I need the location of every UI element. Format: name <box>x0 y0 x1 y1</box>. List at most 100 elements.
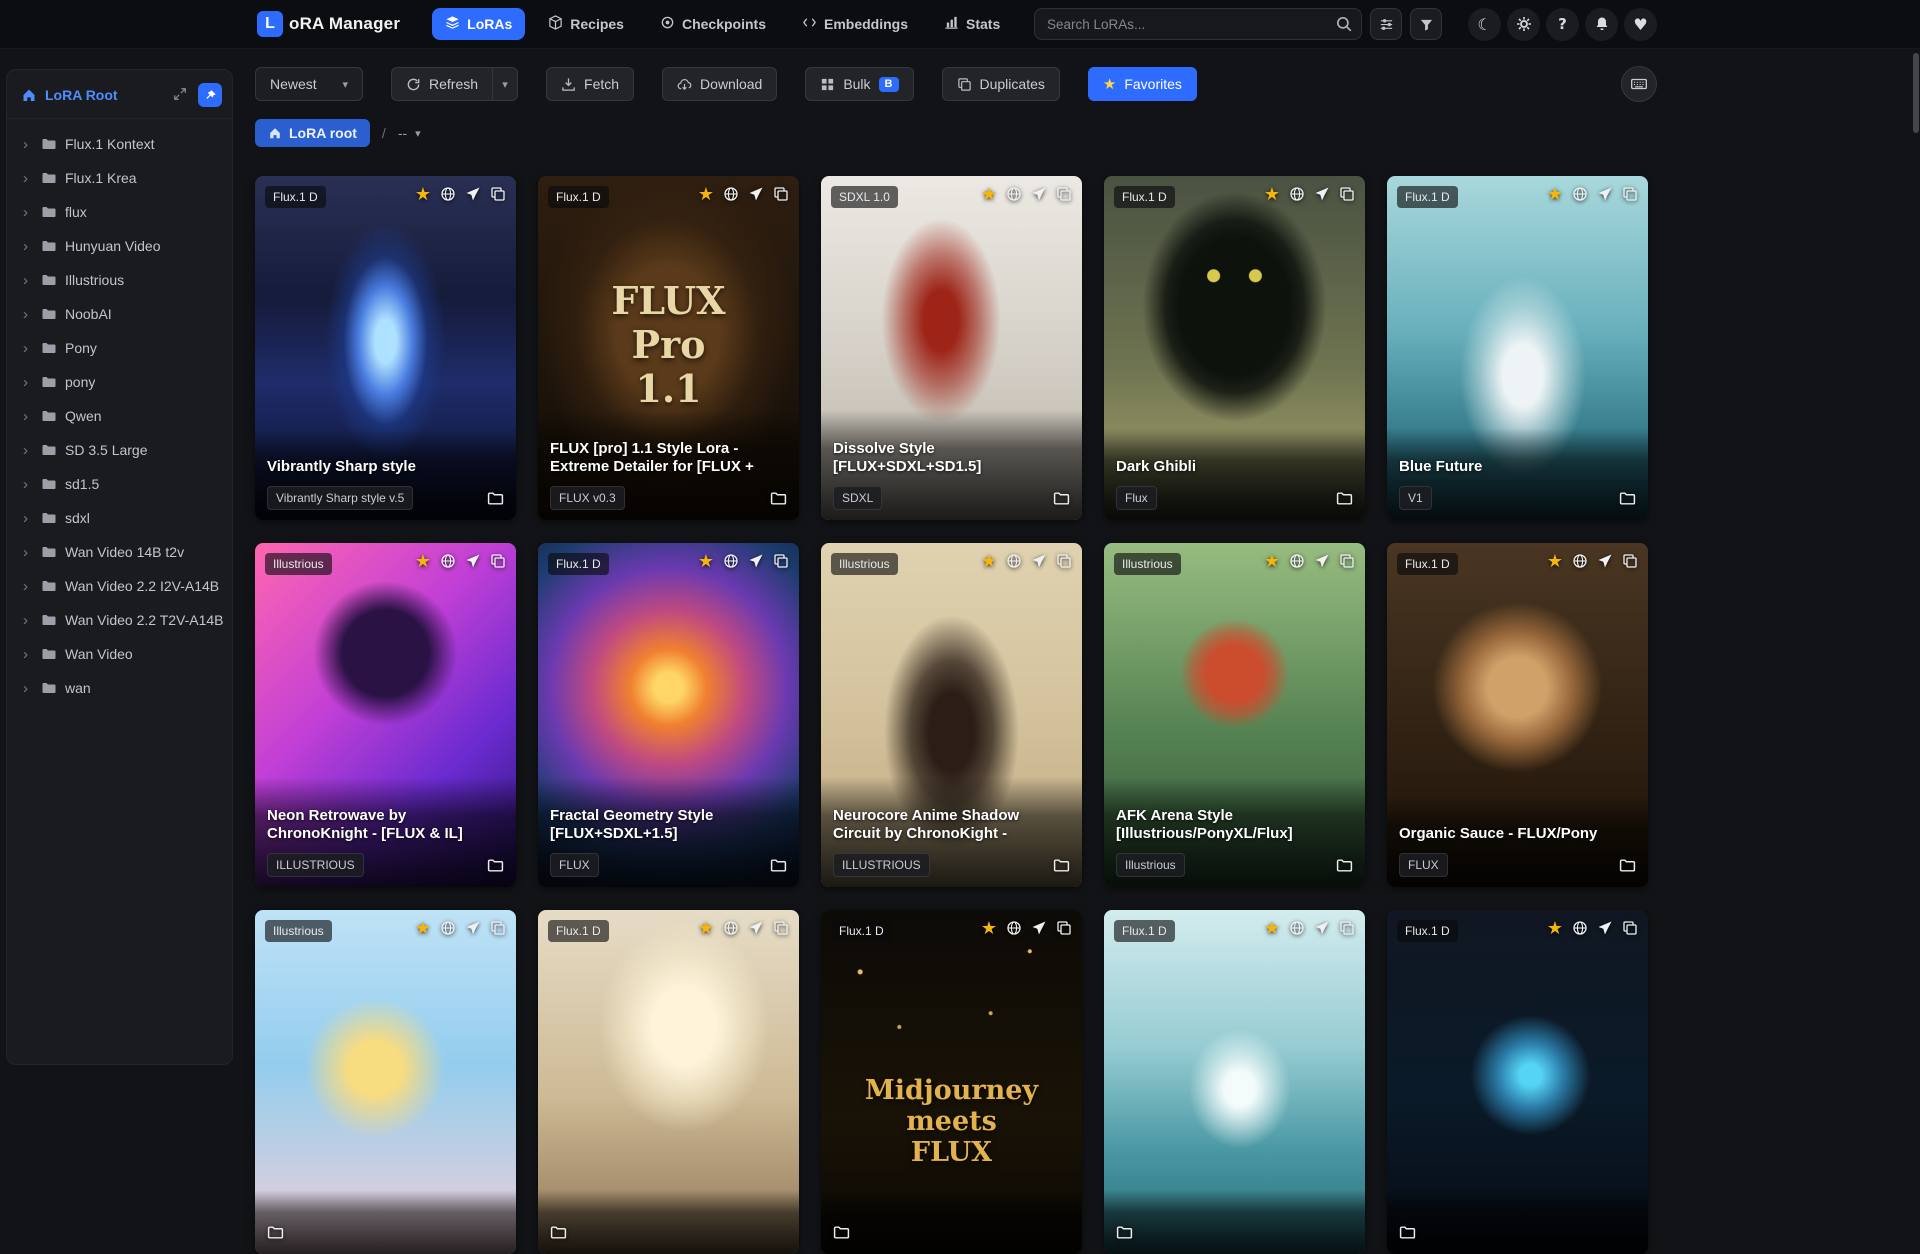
favorite-star-icon[interactable]: ★ <box>1547 185 1563 203</box>
move-to-folder-icon[interactable] <box>1619 490 1636 507</box>
sidebar-folder-item[interactable]: › sd1.5 <box>13 467 226 501</box>
nav-tab-stats[interactable]: Stats <box>931 8 1013 40</box>
search-icon[interactable] <box>1335 15 1353 33</box>
lora-card[interactable]: Flux.1 D ★ <box>1387 910 1648 1254</box>
send-icon[interactable] <box>748 186 764 202</box>
sidebar-folder-item[interactable]: › NoobAI <box>13 297 226 331</box>
sort-select[interactable]: Newest ▾ <box>255 67 363 101</box>
lora-card[interactable]: Flux.1 D ★ <box>1104 910 1365 1254</box>
favorite-star-icon[interactable]: ★ <box>1264 919 1280 937</box>
globe-icon[interactable] <box>1289 553 1305 569</box>
globe-icon[interactable] <box>1572 553 1588 569</box>
favorites-filter-button[interactable]: ★ Favorites <box>1087 67 1197 101</box>
version-badge[interactable]: ILLUSTRIOUS <box>267 853 364 877</box>
favorite-star-icon[interactable]: ★ <box>1264 552 1280 570</box>
move-to-folder-icon[interactable] <box>1336 857 1353 874</box>
sidebar-folder-item[interactable]: › Wan Video 2.2 T2V-A14B <box>13 603 226 637</box>
copy-icon[interactable] <box>773 920 789 936</box>
settings-button[interactable] <box>1507 7 1540 41</box>
move-to-folder-icon[interactable] <box>267 1224 284 1241</box>
chevron-right-icon[interactable]: › <box>23 375 33 390</box>
send-icon[interactable] <box>1314 920 1330 936</box>
chevron-right-icon[interactable]: › <box>23 307 33 322</box>
sidebar-folder-item[interactable]: › sdxl <box>13 501 226 535</box>
chevron-right-icon[interactable]: › <box>23 613 33 628</box>
refresh-menu-button[interactable]: ▾ <box>492 67 519 101</box>
favorite-star-icon[interactable]: ★ <box>981 185 997 203</box>
copy-icon[interactable] <box>490 553 506 569</box>
page-scrollbar[interactable] <box>1912 49 1920 1080</box>
move-to-folder-icon[interactable] <box>1053 490 1070 507</box>
lora-card[interactable]: SDXL 1.0 ★ Dissolve Style [FLUX+SDXL+SD1… <box>821 176 1082 520</box>
breadcrumb-current[interactable]: -- ▾ <box>398 125 421 141</box>
copy-icon[interactable] <box>1339 553 1355 569</box>
sidebar-folder-item[interactable]: › Wan Video 2.2 I2V-A14B <box>13 569 226 603</box>
favorite-star-icon[interactable]: ★ <box>981 919 997 937</box>
copy-icon[interactable] <box>1056 920 1072 936</box>
notifications-button[interactable] <box>1585 7 1618 41</box>
favorite-star-icon[interactable]: ★ <box>981 552 997 570</box>
send-icon[interactable] <box>1314 553 1330 569</box>
chevron-right-icon[interactable]: › <box>23 239 33 254</box>
sidebar-folder-item[interactable]: › pony <box>13 365 226 399</box>
globe-icon[interactable] <box>440 920 456 936</box>
lora-card[interactable]: Flux.1 D ★ Fractal Geometry Style [FLUX+… <box>538 543 799 887</box>
nav-tab-checkpoints[interactable]: Checkpoints <box>647 8 779 40</box>
globe-icon[interactable] <box>1289 920 1305 936</box>
sidebar-folder-item[interactable]: › Hunyuan Video <box>13 229 226 263</box>
version-badge[interactable]: Flux <box>1116 486 1157 510</box>
version-badge[interactable]: Illustrious <box>1116 853 1185 877</box>
copy-icon[interactable] <box>773 186 789 202</box>
send-icon[interactable] <box>1597 186 1613 202</box>
chevron-right-icon[interactable]: › <box>23 511 33 526</box>
sidebar-folder-item[interactable]: › Flux.1 Krea <box>13 161 226 195</box>
globe-icon[interactable] <box>1006 186 1022 202</box>
app-logo[interactable]: L oRA Manager <box>257 11 400 37</box>
move-to-folder-icon[interactable] <box>1116 1224 1133 1241</box>
favorite-star-icon[interactable]: ★ <box>1547 919 1563 937</box>
send-icon[interactable] <box>465 920 481 936</box>
move-to-folder-icon[interactable] <box>1336 490 1353 507</box>
version-badge[interactable]: ILLUSTRIOUS <box>833 853 930 877</box>
send-icon[interactable] <box>465 186 481 202</box>
globe-icon[interactable] <box>1572 186 1588 202</box>
sidebar-folder-item[interactable]: › Wan Video 14B t2v <box>13 535 226 569</box>
help-button[interactable]: ? <box>1546 7 1579 41</box>
lora-card[interactable]: Flux.1 D ★ <box>538 910 799 1254</box>
collapse-all-button[interactable] <box>170 85 190 105</box>
copy-icon[interactable] <box>773 553 789 569</box>
nav-tab-loras[interactable]: LoRAs <box>432 8 526 40</box>
globe-icon[interactable] <box>1572 920 1588 936</box>
move-to-folder-icon[interactable] <box>770 857 787 874</box>
lora-card[interactable]: Flux.1 D ★ Vibrantly Sharp style Vibrant… <box>255 176 516 520</box>
theme-toggle-button[interactable]: ☾ <box>1468 7 1501 41</box>
copy-icon[interactable] <box>1339 920 1355 936</box>
chevron-right-icon[interactable]: › <box>23 545 33 560</box>
copy-icon[interactable] <box>1622 186 1638 202</box>
move-to-folder-icon[interactable] <box>1399 1224 1416 1241</box>
chevron-right-icon[interactable]: › <box>23 137 33 152</box>
sidebar-folder-item[interactable]: › Flux.1 Kontext <box>13 127 226 161</box>
chevron-right-icon[interactable]: › <box>23 477 33 492</box>
lora-card[interactable]: Flux.1 D ★ Organic Sauce - FLUX/Pony FLU… <box>1387 543 1648 887</box>
chevron-right-icon[interactable]: › <box>23 579 33 594</box>
scrollbar-thumb[interactable] <box>1913 53 1919 133</box>
favorite-star-icon[interactable]: ★ <box>698 552 714 570</box>
fetch-button[interactable]: Fetch <box>546 67 635 101</box>
sidebar-folder-item[interactable]: › wan <box>13 671 226 705</box>
copy-icon[interactable] <box>1056 186 1072 202</box>
globe-icon[interactable] <box>723 920 739 936</box>
chevron-right-icon[interactable]: › <box>23 341 33 356</box>
copy-icon[interactable] <box>490 920 506 936</box>
send-icon[interactable] <box>1031 553 1047 569</box>
favorite-star-icon[interactable]: ★ <box>1547 552 1563 570</box>
move-to-folder-icon[interactable] <box>1053 857 1070 874</box>
favorite-star-icon[interactable]: ★ <box>1264 185 1280 203</box>
globe-icon[interactable] <box>440 186 456 202</box>
nav-tab-recipes[interactable]: Recipes <box>535 8 637 40</box>
sidebar-folder-item[interactable]: › Wan Video <box>13 637 226 671</box>
copy-icon[interactable] <box>1622 920 1638 936</box>
send-icon[interactable] <box>465 553 481 569</box>
sidebar-folder-item[interactable]: › flux <box>13 195 226 229</box>
move-to-folder-icon[interactable] <box>770 490 787 507</box>
